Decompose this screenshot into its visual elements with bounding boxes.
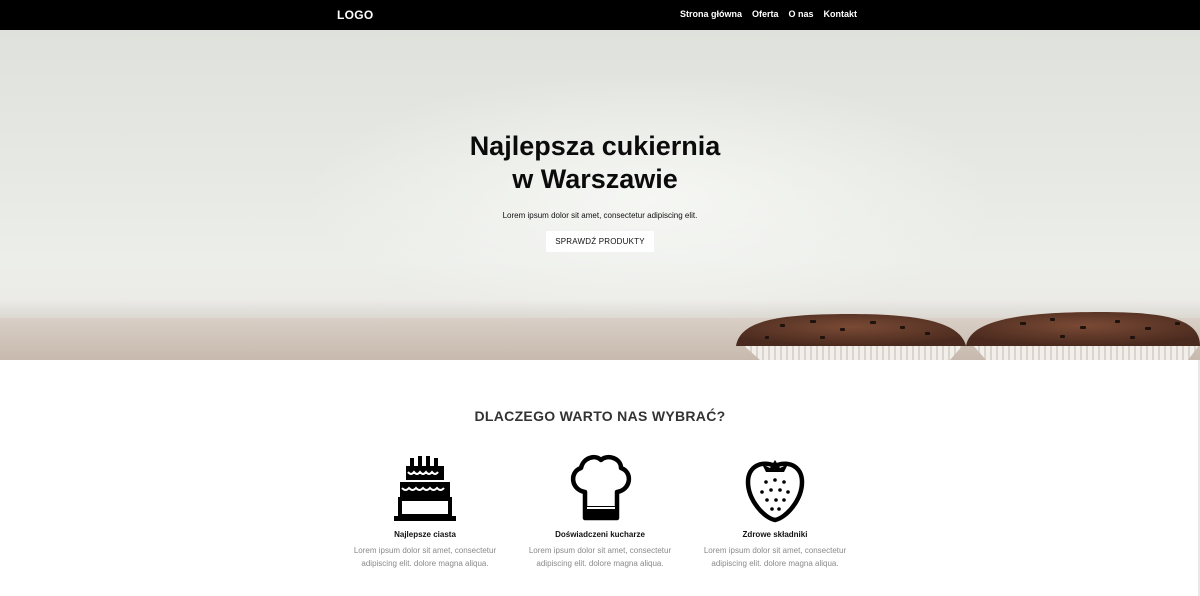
muffins-image xyxy=(736,312,1200,360)
chef-hat-icon xyxy=(571,455,631,521)
feature-description: Lorem ipsum dolor sit amet, consectetur … xyxy=(528,546,672,568)
hero-title-line2: w Warszawie xyxy=(512,164,678,194)
nav-link-offer[interactable]: Oferta xyxy=(752,9,779,19)
strawberry-icon xyxy=(745,460,805,523)
nav-link-about[interactable]: O nas xyxy=(788,9,813,19)
top-navbar: LOGO Strona główna Oferta O nas Kontakt xyxy=(0,0,1200,30)
cake-icon xyxy=(394,456,456,521)
hero-subtitle: Lorem ipsum dolor sit amet, consectetur … xyxy=(502,211,698,220)
feature-title: Doświadczeni kucharze xyxy=(555,530,645,539)
feature-healthy-ingredients: Zdrowe składniki Lorem ipsum dolor sit a… xyxy=(690,452,860,570)
why-section-title: DLACZEGO WARTO NAS WYBRAĆ? xyxy=(474,408,726,424)
main-nav: Strona główna Oferta O nas Kontakt xyxy=(680,9,857,19)
feature-title: Najlepsze ciasta xyxy=(394,530,456,539)
feature-title: Zdrowe składniki xyxy=(742,530,808,539)
hero-section: Najlepsza cukiernia w Warszawie Lorem ip… xyxy=(0,30,1200,360)
feature-best-cakes: Najlepsze ciasta Lorem ipsum dolor sit a… xyxy=(340,452,510,570)
feature-experienced-chefs: Doświadczeni kucharze Lorem ipsum dolor … xyxy=(515,452,685,570)
nav-link-contact[interactable]: Kontakt xyxy=(824,9,858,19)
feature-description: Lorem ipsum dolor sit amet, consectetur … xyxy=(353,546,497,568)
hero-title-line1: Najlepsza cukiernia xyxy=(469,131,721,161)
check-products-button[interactable]: SPRAWDŹ PRODUKTY xyxy=(546,231,654,252)
nav-link-home[interactable]: Strona główna xyxy=(680,9,742,19)
logo[interactable]: LOGO xyxy=(337,8,374,22)
feature-description: Lorem ipsum dolor sit amet, consectetur … xyxy=(703,546,847,568)
hero-title: Najlepsza cukiernia w Warszawie xyxy=(395,130,795,196)
